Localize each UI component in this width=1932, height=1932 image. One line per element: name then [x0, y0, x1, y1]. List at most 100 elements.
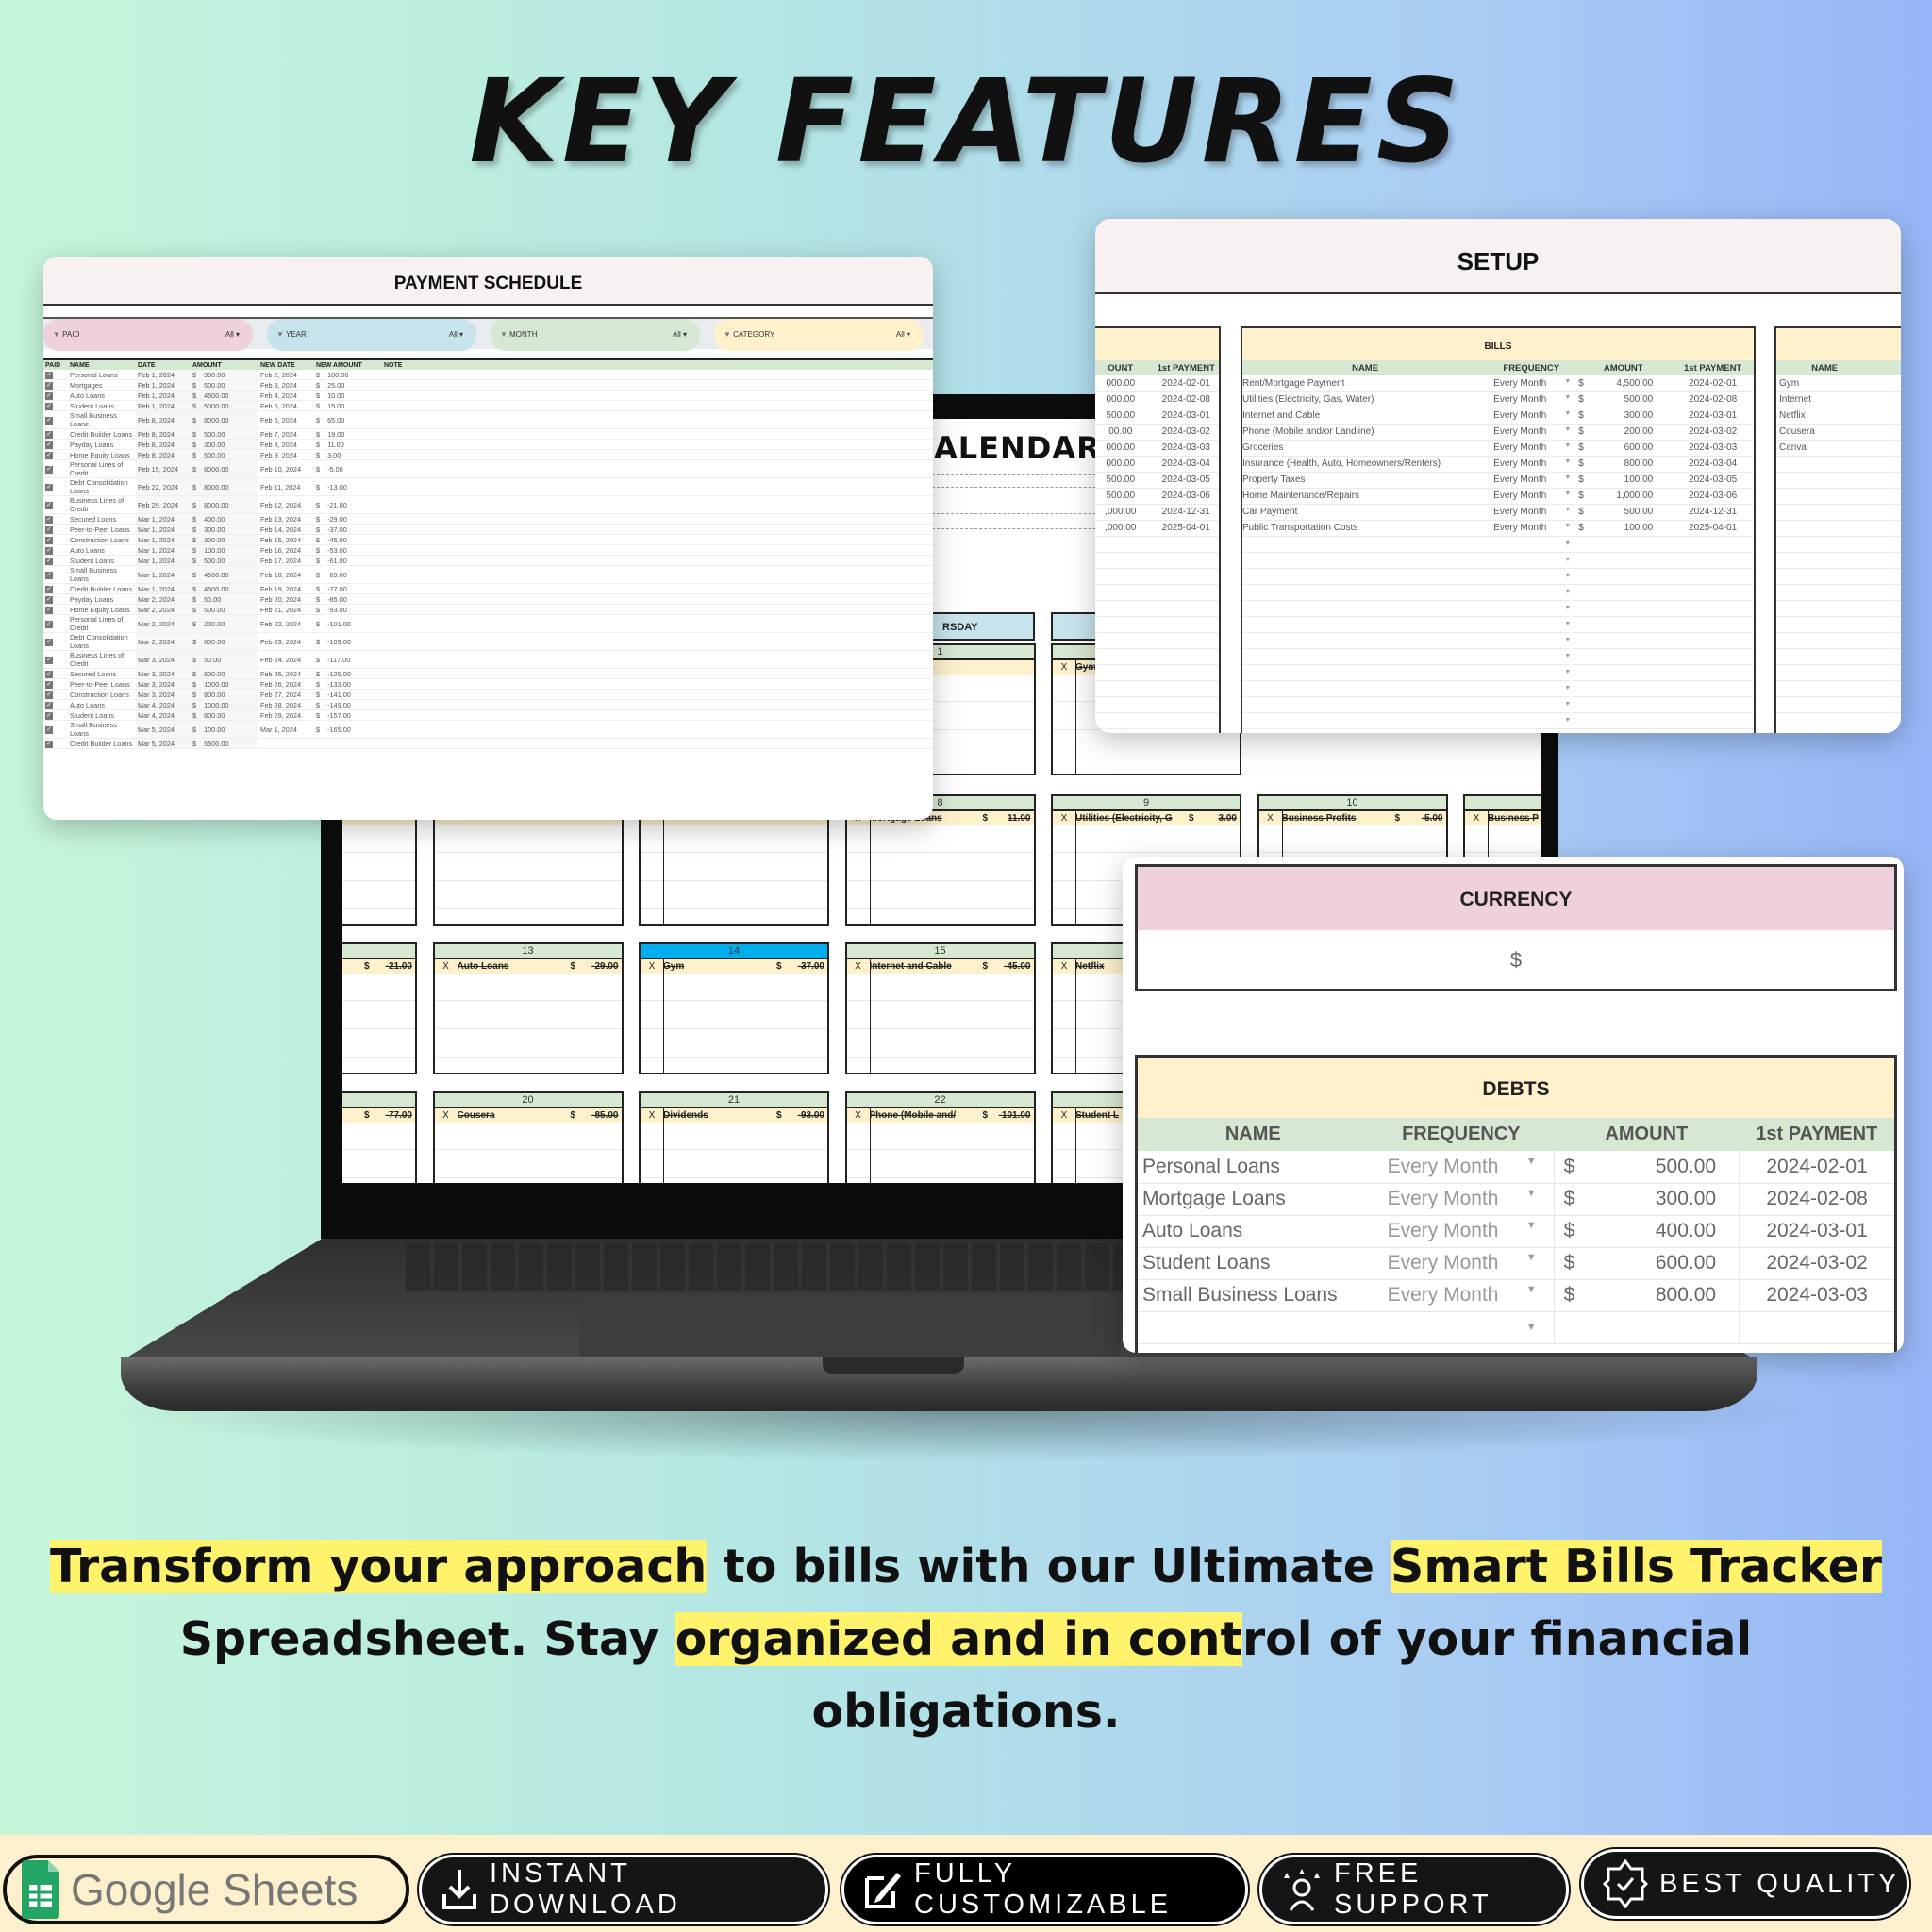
- paid-checkbox[interactable]: ✓: [45, 484, 53, 491]
- frequency-dropdown[interactable]: ▼: [1488, 536, 1575, 553]
- note-cell[interactable]: [382, 534, 933, 545]
- note-cell[interactable]: [382, 565, 933, 584]
- paid-checkbox[interactable]: ✓: [45, 596, 53, 604]
- calendar-day-cell[interactable]: 22 X Phone (Mobile and/ $ -101.00: [844, 1091, 1036, 1183]
- note-cell[interactable]: [382, 709, 933, 721]
- note-cell[interactable]: [382, 400, 933, 411]
- paid-checkbox[interactable]: ✓: [45, 712, 53, 720]
- filter-paid[interactable]: ▼ PAID All ▾: [43, 319, 253, 351]
- paid-checkbox[interactable]: ✓: [45, 452, 53, 459]
- filter-value-dropdown[interactable]: All ▾: [449, 319, 463, 351]
- frequency-dropdown[interactable]: Every Month ▼: [1488, 375, 1575, 392]
- paid-checkbox[interactable]: ✓: [45, 681, 53, 689]
- frequency-dropdown[interactable]: Every Month ▼: [1368, 1279, 1555, 1312]
- note-cell[interactable]: [382, 720, 933, 739]
- paid-checkbox[interactable]: ✓: [45, 516, 53, 524]
- frequency-dropdown[interactable]: Every Month ▼: [1488, 456, 1575, 473]
- paid-checkbox[interactable]: ✓: [45, 586, 53, 593]
- paid-checkbox[interactable]: ✓: [45, 547, 53, 555]
- note-cell[interactable]: [382, 524, 933, 535]
- frequency-dropdown[interactable]: ▼: [1488, 680, 1575, 697]
- calendar-entry[interactable]: $ -21.00: [342, 959, 415, 974]
- paid-checkbox[interactable]: ✓: [45, 502, 53, 509]
- note-cell[interactable]: [382, 632, 933, 651]
- note-cell[interactable]: [382, 439, 933, 450]
- calendar-day-cell[interactable]: $ -21.00: [342, 942, 417, 1074]
- paid-mark[interactable]: X: [847, 959, 870, 974]
- paid-checkbox[interactable]: ✓: [45, 441, 53, 449]
- frequency-dropdown[interactable]: ▼: [1488, 632, 1575, 649]
- frequency-dropdown[interactable]: ▼: [1488, 552, 1575, 569]
- paid-checkbox[interactable]: ✓: [45, 537, 53, 544]
- frequency-dropdown[interactable]: ▼: [1488, 648, 1575, 665]
- calendar-entry[interactable]: X Gym $ -37.00: [641, 959, 827, 974]
- paid-mark[interactable]: X: [641, 1108, 663, 1123]
- note-cell[interactable]: [382, 604, 933, 615]
- note-cell[interactable]: [382, 449, 933, 460]
- paid-checkbox[interactable]: ✓: [45, 702, 53, 709]
- note-cell[interactable]: [382, 544, 933, 556]
- filter-value-dropdown[interactable]: All ▾: [673, 319, 687, 351]
- frequency-dropdown[interactable]: ▼: [1488, 600, 1575, 617]
- paid-checkbox[interactable]: ✓: [45, 691, 53, 699]
- paid-checkbox[interactable]: ✓: [45, 671, 53, 678]
- paid-checkbox[interactable]: ✓: [45, 639, 53, 646]
- paid-mark[interactable]: X: [1053, 1108, 1075, 1123]
- frequency-dropdown[interactable]: Every Month ▼: [1368, 1247, 1555, 1280]
- frequency-dropdown[interactable]: Every Month ▼: [1488, 520, 1575, 537]
- calendar-day-cell[interactable]: 21 X Dividends $ -93.00: [639, 1091, 829, 1183]
- note-cell[interactable]: [382, 459, 933, 478]
- calendar-entry[interactable]: X Business P: [1465, 811, 1541, 825]
- note-cell[interactable]: [382, 699, 933, 710]
- note-cell[interactable]: [382, 689, 933, 700]
- calendar-day-cell[interactable]: 15 X Internet and Cable $ -45.00: [844, 942, 1036, 1074]
- frequency-dropdown[interactable]: ▼: [1488, 616, 1575, 633]
- paid-checkbox[interactable]: ✓: [45, 526, 53, 534]
- frequency-dropdown[interactable]: Every Month ▼: [1488, 408, 1575, 425]
- paid-checkbox[interactable]: ✓: [45, 417, 53, 425]
- paid-checkbox[interactable]: ✓: [45, 621, 53, 628]
- calendar-day-cell[interactable]: $ -77.00: [342, 1091, 417, 1183]
- paid-mark[interactable]: X: [1053, 959, 1075, 974]
- paid-checkbox[interactable]: ✓: [45, 431, 53, 439]
- frequency-dropdown[interactable]: ▼: [1488, 696, 1575, 713]
- frequency-dropdown[interactable]: Every Month ▼: [1488, 504, 1575, 521]
- calendar-entry[interactable]: X Utilities (Electricity, G $3.00: [1053, 811, 1240, 825]
- paid-checkbox[interactable]: ✓: [45, 572, 53, 579]
- note-cell[interactable]: [382, 379, 933, 391]
- note-cell[interactable]: [382, 370, 933, 380]
- frequency-dropdown[interactable]: Every Month ▼: [1488, 391, 1575, 408]
- note-cell[interactable]: [382, 668, 933, 679]
- note-cell[interactable]: [382, 390, 933, 401]
- frequency-dropdown[interactable]: Every Month ▼: [1488, 424, 1575, 441]
- paid-checkbox[interactable]: ✓: [45, 741, 53, 748]
- paid-checkbox[interactable]: ✓: [45, 726, 53, 734]
- paid-mark[interactable]: X: [1053, 811, 1075, 825]
- paid-checkbox[interactable]: ✓: [45, 466, 53, 474]
- frequency-dropdown[interactable]: ▼: [1488, 584, 1575, 601]
- paid-mark[interactable]: X: [435, 1108, 458, 1123]
- note-cell[interactable]: [382, 495, 933, 514]
- paid-mark[interactable]: X: [847, 1108, 870, 1123]
- frequency-dropdown[interactable]: ▼: [1488, 712, 1575, 729]
- note-cell[interactable]: [382, 593, 933, 605]
- calendar-day-cell[interactable]: 14 X Gym $ -37.00: [639, 942, 829, 1074]
- frequency-dropdown[interactable]: Every Month ▼: [1368, 1151, 1555, 1184]
- note-cell[interactable]: [382, 428, 933, 440]
- note-cell[interactable]: [382, 583, 933, 594]
- paid-checkbox[interactable]: ✓: [45, 403, 53, 410]
- calendar-entry[interactable]: X Auto Loans $ -29.00: [434, 959, 622, 974]
- paid-checkbox[interactable]: ✓: [45, 372, 53, 379]
- frequency-dropdown[interactable]: Every Month ▼: [1488, 472, 1575, 489]
- paid-checkbox[interactable]: ✓: [45, 657, 53, 664]
- paid-mark[interactable]: X: [1053, 660, 1075, 675]
- frequency-dropdown[interactable]: ▼: [1368, 1311, 1555, 1344]
- paid-checkbox[interactable]: ✓: [45, 392, 53, 400]
- note-cell[interactable]: [382, 477, 933, 496]
- filter-year[interactable]: ▼ YEAR All ▾: [267, 319, 476, 351]
- paid-mark[interactable]: X: [641, 959, 663, 974]
- paid-mark[interactable]: X: [435, 959, 458, 974]
- frequency-dropdown[interactable]: ▼: [1488, 568, 1575, 585]
- frequency-dropdown[interactable]: Every Month ▼: [1488, 440, 1575, 457]
- calendar-entry[interactable]: X Phone (Mobile and/ $ -101.00: [846, 1108, 1034, 1123]
